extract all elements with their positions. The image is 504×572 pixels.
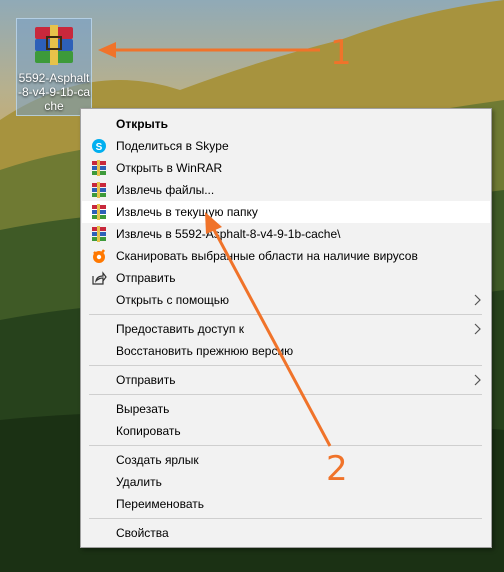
context-menu: Открыть S Поделиться в Skype Открыть в W… — [80, 108, 492, 548]
menu-item-label: Свойства — [116, 526, 169, 540]
svg-text:S: S — [96, 142, 103, 153]
menu-item-rename[interactable]: Переименовать — [82, 493, 490, 515]
share-icon — [92, 271, 107, 285]
menu-item-label: Извлечь файлы... — [116, 183, 215, 197]
menu-item-label: Открыть в WinRAR — [116, 161, 223, 175]
menu-item-share-skype[interactable]: S Поделиться в Skype — [82, 135, 490, 157]
skype-icon: S — [92, 139, 106, 153]
menu-item-label: Вырезать — [116, 402, 170, 416]
menu-item-cut[interactable]: Вырезать — [82, 398, 490, 420]
menu-item-label: Открыть — [116, 117, 169, 131]
menu-item-label: Восстановить прежнюю версию — [116, 344, 294, 358]
menu-item-create-shortcut[interactable]: Создать ярлык — [82, 449, 490, 471]
menu-item-label: Открыть с помощью — [116, 293, 230, 307]
menu-separator — [89, 445, 482, 446]
menu-separator — [89, 394, 482, 395]
menu-item-label: Копировать — [116, 424, 181, 438]
winrar-icon — [92, 226, 106, 242]
menu-item-label: Переименовать — [116, 497, 204, 511]
menu-item-label: Удалить — [116, 475, 162, 489]
menu-item-share[interactable]: Отправить — [82, 267, 490, 289]
menu-item-label: Отправить — [116, 271, 176, 285]
menu-item-copy[interactable]: Копировать — [82, 420, 490, 442]
chevron-right-icon — [474, 374, 481, 386]
menu-item-label: Отправить — [116, 373, 176, 387]
menu-item-label: Извлечь в 5592-Asphalt-8-v4-9-1b-cache\ — [116, 227, 341, 241]
menu-item-label: Поделиться в Skype — [116, 139, 229, 153]
menu-item-label: Извлечь в текущую папку — [116, 205, 258, 219]
menu-separator — [89, 365, 482, 366]
menu-item-delete[interactable]: Удалить — [82, 471, 490, 493]
menu-item-open-winrar[interactable]: Открыть в WinRAR — [82, 157, 490, 179]
menu-item-send-to[interactable]: Отправить — [82, 369, 490, 391]
winrar-icon — [92, 160, 106, 176]
winrar-icon — [92, 204, 106, 220]
desktop-file-icon[interactable]: 5592-Asphalt-8-v4-9-1b-cache — [16, 18, 92, 116]
menu-item-open[interactable]: Открыть — [82, 113, 490, 135]
menu-item-open-with[interactable]: Открыть с помощью — [82, 289, 490, 311]
winrar-icon — [92, 182, 106, 198]
avast-icon — [93, 249, 106, 263]
menu-item-give-access[interactable]: Предоставить доступ к — [82, 318, 490, 340]
menu-separator — [89, 518, 482, 519]
annotation-step-1: 1 — [330, 33, 352, 73]
menu-item-label: Предоставить доступ к — [116, 322, 244, 336]
menu-item-extract-to-folder[interactable]: Извлечь в 5592-Asphalt-8-v4-9-1b-cache\ — [82, 223, 490, 245]
annotation-step-2: 2 — [326, 449, 348, 489]
chevron-right-icon — [474, 323, 481, 335]
menu-item-extract-here[interactable]: Извлечь в текущую папку — [82, 201, 490, 223]
menu-item-restore-version[interactable]: Восстановить прежнюю версию — [82, 340, 490, 362]
menu-separator — [89, 314, 482, 315]
menu-item-extract-files[interactable]: Извлечь файлы... — [82, 179, 490, 201]
winrar-archive-icon — [35, 25, 73, 65]
chevron-right-icon — [474, 294, 481, 306]
desktop-file-label: 5592-Asphalt-8-v4-9-1b-cache — [17, 71, 91, 113]
menu-item-label: Создать ярлык — [116, 453, 199, 467]
menu-item-properties[interactable]: Свойства — [82, 522, 490, 544]
menu-item-label: Сканировать выбранные области на наличие… — [116, 249, 418, 263]
menu-item-scan-viruses[interactable]: Сканировать выбранные области на наличие… — [82, 245, 490, 267]
